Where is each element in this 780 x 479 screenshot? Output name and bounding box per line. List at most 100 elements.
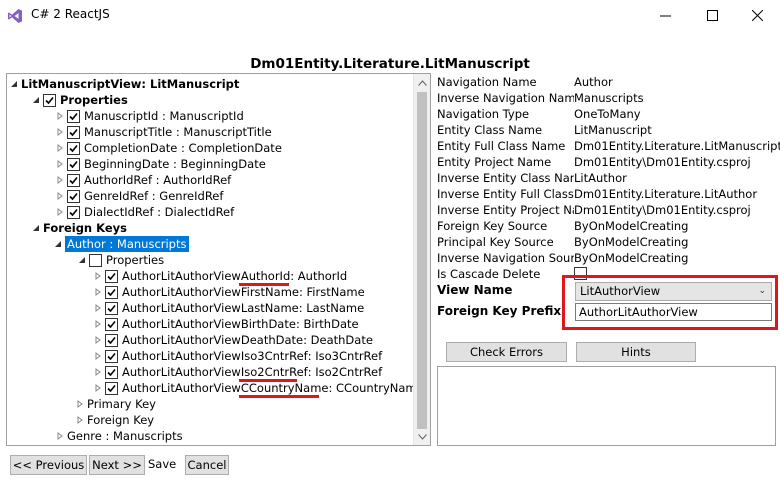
property-label: BeginningDate : BeginningDate bbox=[84, 157, 266, 171]
prop-value: Manuscripts bbox=[574, 91, 644, 105]
expand-triangle-icon[interactable] bbox=[55, 108, 67, 124]
expand-triangle-icon[interactable] bbox=[55, 188, 67, 204]
property-checkbox[interactable] bbox=[67, 141, 80, 155]
tree-item-fk-property[interactable]: AuthorLitAuthorView CCountryName : CCount… bbox=[93, 380, 424, 396]
prop-name: Navigation Name bbox=[437, 75, 537, 89]
fk-property-suffix: Iso3CntrRef bbox=[240, 349, 308, 363]
tree-item-property[interactable]: AuthorIdRef : AuthorIdRef bbox=[55, 172, 231, 188]
expand-triangle-icon[interactable] bbox=[55, 140, 67, 156]
expand-triangle-icon[interactable] bbox=[75, 396, 87, 412]
fk-properties-checkbox[interactable] bbox=[89, 253, 102, 267]
property-label: ManuscriptId : ManuscriptId bbox=[84, 109, 244, 123]
property-checkbox[interactable] bbox=[67, 173, 80, 187]
fk-property-suffix: DeathDate bbox=[240, 333, 304, 347]
maximize-button[interactable] bbox=[689, 0, 735, 31]
primary-key-label: Primary Key bbox=[87, 397, 156, 411]
fk-property-checkbox[interactable] bbox=[105, 365, 118, 379]
property-checkbox[interactable] bbox=[67, 125, 80, 139]
tree-node-root[interactable]: LitManuscriptView: LitManuscript bbox=[9, 76, 239, 92]
tree-item-fk-property[interactable]: AuthorLitAuthorView DeathDate : DeathDate bbox=[93, 332, 373, 348]
expand-triangle-icon[interactable] bbox=[93, 316, 105, 332]
fk-property-checkbox[interactable] bbox=[105, 269, 118, 283]
expand-triangle-icon[interactable] bbox=[75, 412, 87, 428]
expand-triangle-icon[interactable] bbox=[93, 364, 105, 380]
tree-item-property[interactable]: ManuscriptTitle : ManuscriptTitle bbox=[55, 124, 272, 140]
property-label: DialectIdRef : DialectIdRef bbox=[84, 205, 235, 219]
expand-triangle-icon[interactable] bbox=[93, 300, 105, 316]
tree-item-fk-property[interactable]: AuthorLitAuthorView FirstName : FirstName bbox=[93, 284, 365, 300]
property-checkbox[interactable] bbox=[67, 157, 80, 171]
property-checkbox[interactable] bbox=[67, 109, 80, 123]
tree-node-primary-key[interactable]: Primary Key bbox=[75, 396, 156, 412]
tree-node-foreign-keys[interactable]: Foreign Keys bbox=[31, 220, 127, 236]
scroll-down-icon[interactable] bbox=[414, 428, 430, 445]
tree-node-genre-manuscripts[interactable]: Genre : Manuscripts bbox=[55, 428, 183, 444]
save-button[interactable]: Save bbox=[148, 457, 176, 471]
tree-item-fk-property[interactable]: AuthorLitAuthorView BirthDate : BirthDate bbox=[93, 316, 359, 332]
tree-item-property[interactable]: GenreIdRef : GenreIdRef bbox=[55, 188, 223, 204]
minimize-icon bbox=[659, 15, 671, 17]
fk-property-checkbox[interactable] bbox=[105, 333, 118, 347]
property-label: AuthorIdRef : AuthorIdRef bbox=[84, 173, 232, 187]
cancel-button[interactable]: Cancel bbox=[185, 455, 229, 475]
expand-triangle-icon[interactable] bbox=[93, 332, 105, 348]
collapse-triangle-icon[interactable] bbox=[53, 236, 65, 252]
previous-button[interactable]: << Previous bbox=[10, 455, 87, 475]
expand-triangle-icon[interactable] bbox=[93, 268, 105, 284]
collapse-triangle-icon[interactable] bbox=[77, 252, 89, 268]
prop-name: Entity Class Name bbox=[437, 123, 543, 137]
expand-triangle-icon[interactable] bbox=[93, 284, 105, 300]
prop-name: Navigation Type bbox=[437, 107, 530, 121]
expand-triangle-icon[interactable] bbox=[55, 428, 67, 444]
entity-tree-view[interactable]: LitManuscriptView: LitManuscript Propert… bbox=[6, 73, 431, 446]
title-bar: C# 2 ReactJS bbox=[0, 0, 780, 31]
entity-heading: Dm01Entity.Literature.LitManuscript bbox=[250, 56, 530, 72]
expand-triangle-icon[interactable] bbox=[93, 348, 105, 364]
tree-item-fk-property[interactable]: AuthorLitAuthorView AuthorId : AuthorId bbox=[93, 268, 347, 284]
tree-item-property[interactable]: CompletionDate : CompletionDate bbox=[55, 140, 282, 156]
tree-item-fk-property[interactable]: AuthorLitAuthorView Iso2CntrRef : Iso2Cnt… bbox=[93, 364, 382, 380]
hints-button[interactable]: Hints bbox=[576, 342, 696, 362]
fk-property-rest: : DeathDate bbox=[303, 333, 373, 347]
tree-properties-label: Properties bbox=[60, 93, 128, 107]
collapse-triangle-icon[interactable] bbox=[9, 76, 21, 92]
tree-node-author-manuscripts[interactable]: Author : Manuscripts bbox=[53, 236, 189, 252]
next-button[interactable]: Next >> bbox=[89, 455, 145, 475]
expand-triangle-icon[interactable] bbox=[55, 204, 67, 220]
fk-property-prefix: AuthorLitAuthorView bbox=[122, 333, 241, 347]
fk-property-checkbox[interactable] bbox=[105, 317, 118, 331]
tree-node-fk-properties[interactable]: Properties bbox=[77, 252, 164, 268]
tree-vertical-scrollbar[interactable] bbox=[413, 74, 430, 445]
expand-triangle-icon[interactable] bbox=[55, 172, 67, 188]
tree-item-fk-property[interactable]: AuthorLitAuthorView Iso3CntrRef : Iso3Cnt… bbox=[93, 348, 382, 364]
property-checkbox[interactable] bbox=[67, 189, 80, 203]
tree-node-properties[interactable]: Properties bbox=[31, 92, 128, 108]
prop-name: Inverse Navigation Name bbox=[437, 91, 574, 105]
collapse-triangle-icon[interactable] bbox=[31, 92, 43, 108]
prop-value: Author bbox=[574, 75, 613, 89]
tree-node-foreign-key[interactable]: Foreign Key bbox=[75, 412, 154, 428]
fk-property-checkbox[interactable] bbox=[105, 381, 118, 395]
tree-item-property[interactable]: DialectIdRef : DialectIdRef bbox=[55, 204, 234, 220]
close-icon bbox=[751, 10, 763, 21]
property-checkbox[interactable] bbox=[67, 205, 80, 219]
tree-item-fk-property[interactable]: AuthorLitAuthorView LastName : LastName bbox=[93, 300, 364, 316]
collapse-triangle-icon[interactable] bbox=[31, 220, 43, 236]
scroll-thumb[interactable] bbox=[417, 92, 427, 429]
fk-property-checkbox[interactable] bbox=[105, 349, 118, 363]
expand-triangle-icon[interactable] bbox=[55, 124, 67, 140]
prop-name: Inverse Entity Full Class Name bbox=[437, 187, 574, 201]
minimize-button[interactable] bbox=[642, 0, 688, 31]
expand-triangle-icon[interactable] bbox=[93, 380, 105, 396]
scroll-up-icon[interactable] bbox=[414, 74, 430, 91]
fk-property-checkbox[interactable] bbox=[105, 301, 118, 315]
check-errors-button[interactable]: Check Errors bbox=[446, 342, 567, 362]
tree-item-property[interactable]: BeginningDate : BeginningDate bbox=[55, 156, 266, 172]
fk-property-checkbox[interactable] bbox=[105, 285, 118, 299]
fk-property-prefix: AuthorLitAuthorView bbox=[122, 381, 241, 395]
tree-item-property[interactable]: ManuscriptId : ManuscriptId bbox=[55, 108, 244, 124]
expand-triangle-icon[interactable] bbox=[55, 156, 67, 172]
close-button[interactable] bbox=[734, 0, 780, 31]
properties-checkbox[interactable] bbox=[43, 93, 56, 107]
fk-property-suffix: Iso2CntrRef bbox=[240, 365, 308, 379]
